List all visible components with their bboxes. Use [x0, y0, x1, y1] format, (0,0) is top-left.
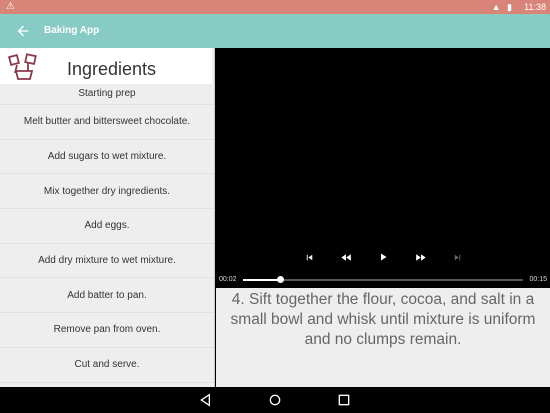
step-item[interactable]: Add dry mixture to wet mixture.: [0, 244, 214, 279]
app-bar: Baking App: [0, 14, 550, 48]
warning-icon: ⚠: [6, 1, 15, 12]
status-time: 11:38: [524, 2, 546, 12]
step-item[interactable]: Add batter to pan.: [0, 278, 214, 314]
skip-previous-icon[interactable]: [300, 248, 318, 266]
ingredients-item[interactable]: Ingredients: [0, 48, 212, 84]
current-time: 00:02: [219, 276, 237, 283]
seek-thumb[interactable]: [277, 276, 285, 283]
navigation-bar: [0, 387, 550, 413]
step-item[interactable]: Mix together dry ingredients.: [0, 174, 214, 210]
back-triangle-icon[interactable]: [198, 392, 214, 408]
arrow-back-icon[interactable]: [15, 23, 31, 39]
play-icon[interactable]: [374, 248, 392, 266]
fast-forward-icon[interactable]: [411, 248, 429, 266]
home-circle-icon[interactable]: [267, 392, 283, 408]
rewind-icon[interactable]: [337, 248, 355, 266]
app-title: Baking App: [44, 25, 100, 36]
skip-next-icon[interactable]: [448, 248, 466, 266]
step-description: 4. Sift together the flour, cocoa, and s…: [216, 288, 550, 387]
player-controls: [216, 246, 550, 268]
ingredients-label: Ingredients: [67, 59, 157, 79]
recipe-steps-sidebar: Ingredients Starting prep Melt butter an…: [0, 48, 215, 387]
video-player[interactable]: 00:02 00:15: [216, 48, 550, 288]
step-item[interactable]: Cut and serve.: [0, 348, 214, 383]
step-item[interactable]: Starting prep: [0, 84, 214, 105]
step-item[interactable]: Add eggs.: [0, 209, 214, 244]
seek-played: [243, 279, 281, 281]
step-item[interactable]: Remove pan from oven.: [0, 313, 214, 348]
recents-square-icon[interactable]: [336, 392, 352, 408]
duration-time: 00:15: [529, 276, 547, 283]
ingredients-icon: [8, 53, 37, 80]
step-item[interactable]: Add sugars to wet mixture.: [0, 140, 214, 175]
seek-bar[interactable]: [243, 276, 523, 283]
status-bar: ⚠ ▲ ▮ 11:38: [0, 0, 550, 14]
status-icons: ▲ ▮: [491, 2, 514, 12]
step-item[interactable]: Melt butter and bittersweet chocolate.: [0, 105, 214, 140]
